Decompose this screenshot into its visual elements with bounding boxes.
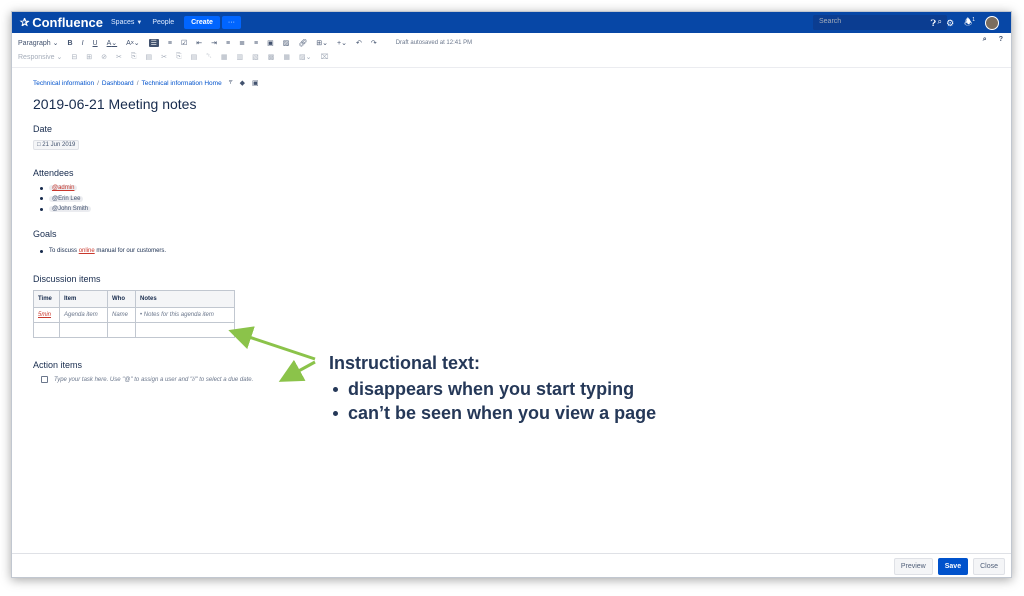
- annotation-bullet: disappears when you start typing: [329, 379, 656, 400]
- arrow-to-table: [228, 326, 316, 361]
- annotation-arrows: [228, 326, 316, 382]
- annotation-callout: Instructional text: disappears when you …: [329, 353, 656, 427]
- annotation-bullet-text: disappears when you start typing: [348, 379, 635, 399]
- annotation-title: Instructional text:: [329, 353, 481, 373]
- footer-buttons: Preview Save Close: [893, 558, 1005, 575]
- save-button[interactable]: Save: [937, 558, 969, 575]
- preview-button[interactable]: Preview: [893, 558, 933, 575]
- annotation-bullet: can’t be seen when you view a page: [329, 403, 656, 424]
- bullet-icon: [333, 387, 338, 392]
- annotation-bullet-text: can’t be seen when you view a page: [348, 403, 657, 423]
- bullet-icon: [333, 411, 338, 416]
- close-button[interactable]: Close: [973, 558, 1005, 575]
- arrow-to-task: [278, 359, 316, 382]
- editor-footer: Preview Save Close: [12, 553, 1011, 577]
- confluence-editor-window: ✰ Confluence Spaces ▼ People Create ··· S…: [11, 11, 1012, 578]
